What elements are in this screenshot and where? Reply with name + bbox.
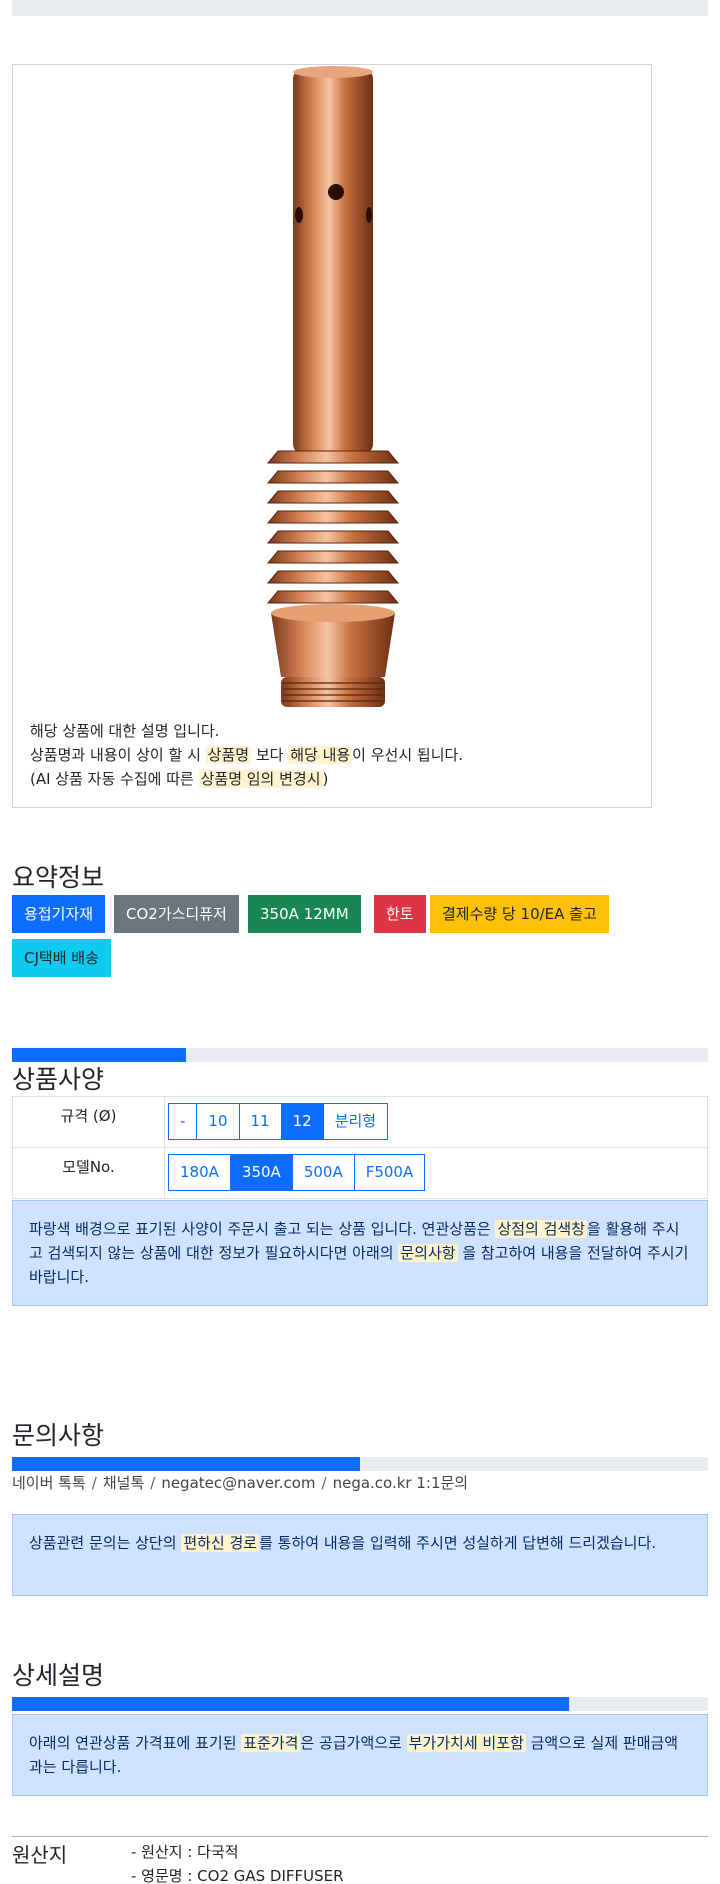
size-option-10[interactable]: 10 (196, 1103, 240, 1140)
contact-channel-talk[interactable]: 채널톡 (103, 1474, 144, 1492)
product-description: 해당 상품에 대한 설명 입니다. 상품명과 내용이 상이 할 시 상품명 보다… (30, 719, 463, 791)
spec-notice: 파랑색 배경으로 표기된 사양이 주문시 출고 되는 상품 입니다. 연관상품은… (12, 1200, 708, 1306)
model-option-f500a[interactable]: F500A (353, 1154, 426, 1191)
origin-details: - 원산지 : 다국적 - 영문명 : CO2 GAS DIFFUSER (131, 1840, 344, 1884)
tag-category: 용접기자재 (12, 895, 106, 933)
notice-text: 상품관련 문의는 상단의 (29, 1534, 182, 1552)
origin-country: - 원산지 : 다국적 (131, 1843, 239, 1861)
highlight-product-name: 상품명 (205, 746, 252, 764)
spec-label-size: 규격 (Ø) (12, 1096, 165, 1148)
inquiry-title: 문의사항 (12, 1416, 708, 1452)
spec-options-size: - 10 11 12 분리형 (164, 1096, 708, 1148)
description-line-2: 상품명과 내용이 상이 할 시 상품명 보다 해당 내용 이 우선시 됩니다. (30, 743, 463, 767)
highlight-standard-price: 표준가격 (241, 1734, 301, 1752)
model-option-350a[interactable]: 350A (229, 1154, 293, 1191)
notice-text: 파랑색 배경으로 표기된 사양이 주문시 출고 되는 상품 입니다. 연관상품은 (29, 1220, 496, 1238)
spec-row-model: 모델No. 180A 350A 500A F500A (12, 1147, 708, 1199)
contact-breadcrumb: 네이버 톡톡 / 채널톡 / negatec@naver.com / nega.co.kr … (12, 1472, 468, 1493)
detail-notice: 아래의 연관상품 가격표에 표기된 표준가격 은 공급가액으로 부가가치세 비포함… (12, 1714, 708, 1796)
highlight-channel: 편하신 경로 (181, 1534, 260, 1552)
description-text: (AI 상품 자동 수집에 따른 (30, 770, 199, 788)
description-line-1: 해당 상품에 대한 설명 입니다. (30, 722, 220, 740)
inquiry-progress-fill (12, 1457, 360, 1471)
tag-label: CJ택배 배송 (24, 949, 99, 967)
summary-title: 요약정보 (12, 858, 708, 894)
detail-progress-bar (12, 1697, 708, 1711)
detail-progress-fill (12, 1697, 569, 1711)
highlight-search: 상점의 검색창 (495, 1220, 588, 1238)
highlight-vat: 부가가치세 비포함 (406, 1734, 526, 1752)
highlight-inquiry: 문의사항 (398, 1244, 458, 1262)
origin-label: 원산지 (12, 1843, 68, 1867)
description-text: 이 우선시 됩니다. (352, 746, 464, 764)
model-options: 180A 350A 500A F500A (168, 1154, 426, 1191)
separator: / (321, 1474, 327, 1492)
summary-heading: 요약정보 (12, 863, 105, 892)
size-option-none[interactable]: - (168, 1103, 198, 1140)
origin-divider (12, 1836, 708, 1837)
contact-naver-talk[interactable]: 네이버 톡톡 (12, 1474, 86, 1492)
tag-product-type: CO2가스디퓨저 (114, 895, 239, 933)
tag-label: 결제수량 당 10/EA 출고 (442, 905, 597, 923)
contact-site-inquiry[interactable]: nega.co.kr 1:1문의 (333, 1474, 469, 1492)
description-line-3: (AI 상품 자동 수집에 따른 상품명 임의 변경시) (30, 767, 463, 791)
highlight-name-change: 상품명 임의 변경시 (198, 770, 323, 788)
tag-label: 350A 12MM (260, 905, 349, 923)
detail-heading: 상세설명 (12, 1661, 105, 1690)
inquiry-notice: 상품관련 문의는 상단의 편하신 경로 를 통하여 내용을 입력해 주시면 성실하… (12, 1514, 708, 1596)
size-options: - 10 11 12 분리형 (168, 1103, 389, 1140)
notice-text: 아래의 연관상품 가격표에 표기된 (29, 1734, 242, 1752)
spec-title: 상품사양 (12, 1060, 708, 1096)
notice-text: 은 공급가액으로 (300, 1734, 407, 1752)
spec-table: 규격 (Ø) - 10 11 12 분리형 모델No. 180A 350A 50… (12, 1096, 708, 1199)
tag-order-qty: 결제수량 당 10/EA 출고 (430, 895, 609, 933)
spec-row-size: 규격 (Ø) - 10 11 12 분리형 (12, 1096, 708, 1148)
tag-label: 한토 (386, 905, 414, 923)
detail-title: 상세설명 (12, 1656, 708, 1692)
highlight-content: 해당 내용 (288, 746, 353, 764)
tag-label: 용접기자재 (24, 905, 94, 923)
inquiry-heading: 문의사항 (12, 1421, 105, 1450)
description-text: 상품명과 내용이 상이 할 시 (30, 746, 206, 764)
product-image (13, 65, 651, 715)
model-option-500a[interactable]: 500A (291, 1154, 355, 1191)
spec-label-model: 모델No. (12, 1147, 165, 1199)
model-option-180a[interactable]: 180A (168, 1154, 231, 1191)
tag-label: CO2가스디퓨저 (126, 905, 227, 923)
size-option-separate[interactable]: 분리형 (322, 1103, 389, 1140)
separator: / (91, 1474, 97, 1492)
spec-options-model: 180A 350A 500A F500A (164, 1147, 708, 1199)
top-divider-bar (12, 0, 708, 16)
tag-spec: 350A 12MM (248, 895, 361, 933)
tag-brand: 한토 (374, 895, 426, 933)
notice-text: 를 통하여 내용을 입력해 주시면 성실하게 답변해 드리겠습니다. (259, 1534, 657, 1552)
inquiry-progress-bar (12, 1457, 708, 1471)
size-option-12[interactable]: 12 (280, 1103, 324, 1140)
description-text: ) (322, 770, 329, 788)
size-option-11[interactable]: 11 (238, 1103, 282, 1140)
origin-english-name: - 영문명 : CO2 GAS DIFFUSER (131, 1867, 344, 1884)
contact-email[interactable]: negatec@naver.com (161, 1474, 315, 1492)
description-text: 보다 (251, 746, 289, 764)
spec-heading: 상품사양 (12, 1065, 105, 1094)
separator: / (150, 1474, 156, 1492)
product-card: 해당 상품에 대한 설명 입니다. 상품명과 내용이 상이 할 시 상품명 보다… (12, 64, 652, 808)
tag-shipping: CJ택배 배송 (12, 939, 111, 977)
